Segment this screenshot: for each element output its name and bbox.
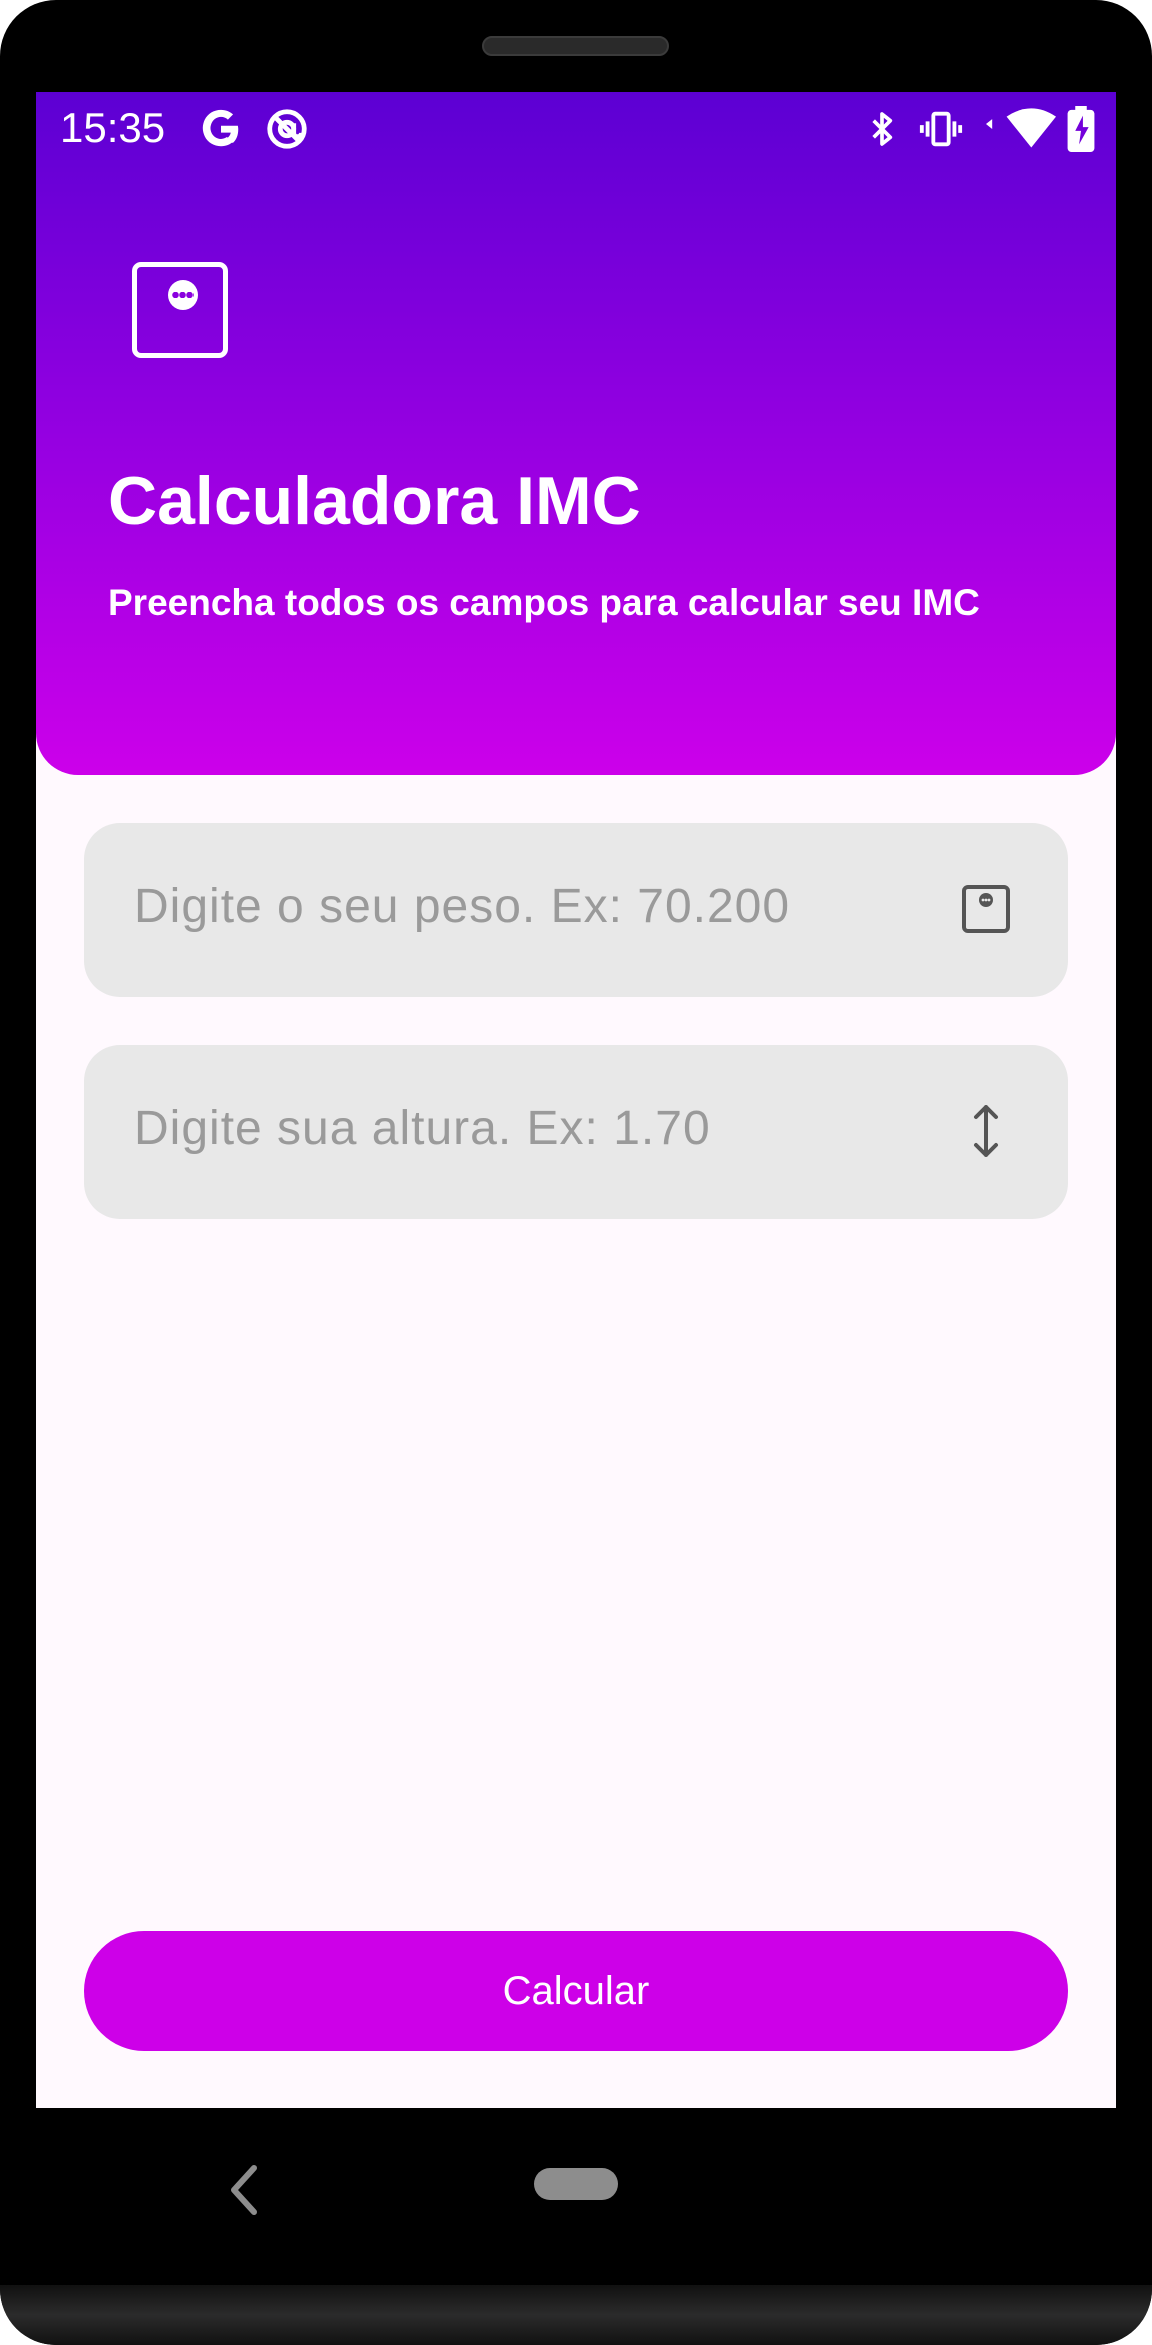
- height-arrows-icon: [974, 1105, 998, 1157]
- device-chin: [0, 2285, 1152, 2345]
- system-nav-bar: [0, 2108, 1152, 2278]
- app-screen: 15:35 Calculadora IMC Preencha todos os …: [36, 92, 1116, 2108]
- page-subtitle: Preencha todos os campos para calcular s…: [108, 582, 980, 623]
- battery-charging-icon: [1067, 106, 1095, 152]
- google-icon: [202, 109, 239, 147]
- status-time: 15:35: [60, 104, 166, 151]
- bluetooth-icon: [872, 112, 893, 146]
- header-banner: 15:35 Calculadora IMC Preencha todos os …: [36, 92, 1116, 775]
- weight-input-placeholder[interactable]: Digite o seu peso. Ex: 70.200: [134, 879, 790, 934]
- calculate-button[interactable]: Calcular: [84, 1931, 1068, 2051]
- calculator-icon: [132, 262, 228, 358]
- weight-field[interactable]: Digite o seu peso. Ex: 70.200: [84, 823, 1068, 997]
- home-pill[interactable]: [534, 2168, 618, 2200]
- calculator-display-icon: [168, 280, 198, 310]
- device-frame: 15:35 Calculadora IMC Preencha todos os …: [0, 0, 1152, 2345]
- page-title: Calculadora IMC: [108, 463, 641, 539]
- height-input-placeholder[interactable]: Digite sua altura. Ex: 1.70: [134, 1101, 711, 1156]
- earpiece-speaker: [482, 36, 669, 56]
- wifi-icon: [986, 108, 1056, 148]
- status-bar: 15:35: [36, 92, 1116, 168]
- at-sign-icon: [267, 109, 307, 149]
- scale-icon: [962, 885, 1010, 933]
- back-icon[interactable]: [226, 2160, 262, 2220]
- vibrate-icon: [919, 111, 963, 147]
- height-field[interactable]: Digite sua altura. Ex: 1.70: [84, 1045, 1068, 1219]
